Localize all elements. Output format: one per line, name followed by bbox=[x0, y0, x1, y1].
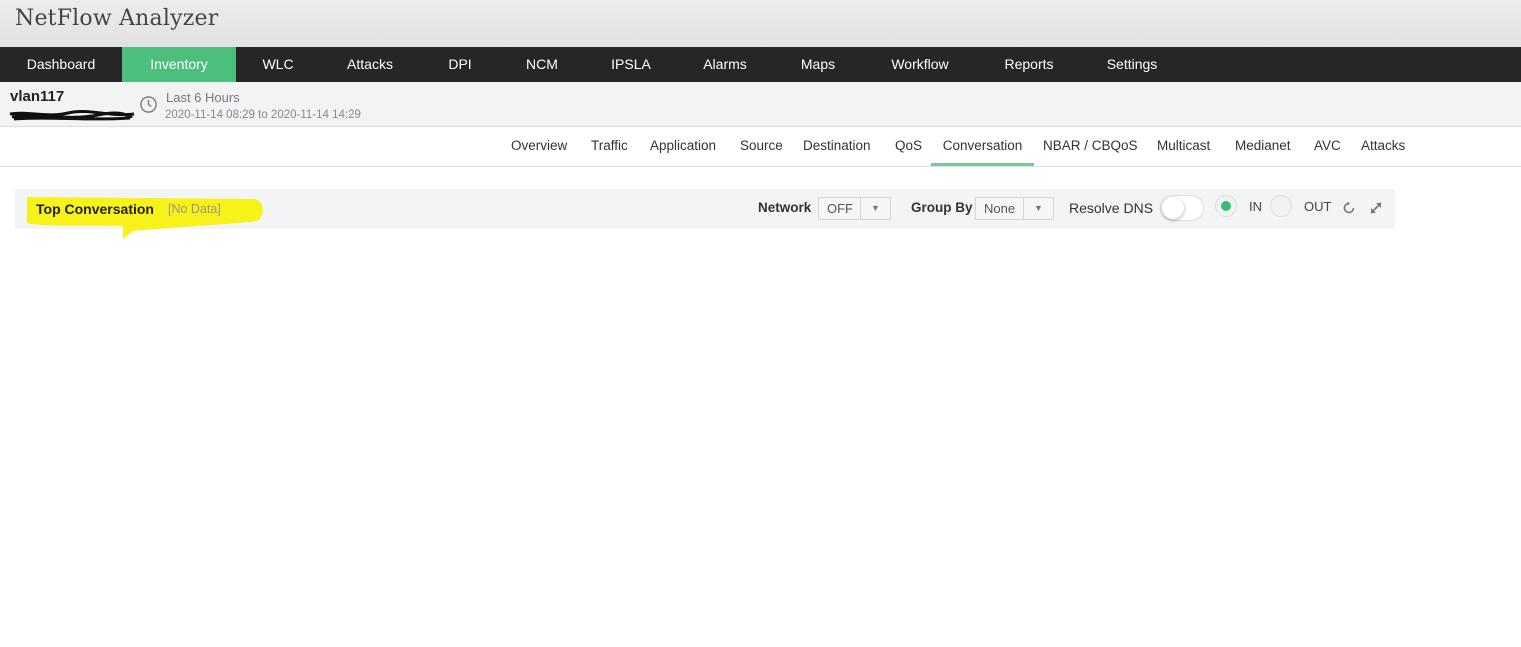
direction-out-radio[interactable] bbox=[1270, 195, 1292, 217]
group-by-select[interactable]: None ▼ bbox=[975, 197, 1054, 220]
nav-item-ncm[interactable]: NCM bbox=[500, 47, 584, 82]
nav-item-alarms[interactable]: Alarms bbox=[678, 47, 772, 82]
resolve-dns-label: Resolve DNS bbox=[1069, 200, 1154, 216]
device-bar: vlan117 Last 6 Hours 2020-11-14 08:29 to… bbox=[0, 82, 1521, 127]
network-select-value: OFF bbox=[827, 201, 853, 216]
radio-selected-dot bbox=[1221, 201, 1231, 211]
time-range-dates: 2020-11-14 08:29 to 2020-11-14 14:29 bbox=[165, 109, 361, 121]
group-by-select-value: None bbox=[984, 201, 1016, 216]
app-title: NetFlow Analyzer bbox=[15, 6, 219, 31]
network-select[interactable]: OFF ▼ bbox=[818, 197, 891, 220]
tab-destination[interactable]: Destination bbox=[803, 127, 871, 166]
direction-in-label: IN bbox=[1249, 199, 1262, 214]
tab-application[interactable]: Application bbox=[650, 127, 716, 166]
nav-item-inventory[interactable]: Inventory bbox=[122, 47, 236, 82]
tab-nbar-cbqos[interactable]: NBAR / CBQoS bbox=[1043, 127, 1138, 166]
tab-multicast[interactable]: Multicast bbox=[1157, 127, 1210, 166]
nav-item-dpi[interactable]: DPI bbox=[420, 47, 500, 82]
toggle-knob bbox=[1162, 197, 1184, 219]
tab-medianet[interactable]: Medianet bbox=[1235, 127, 1291, 166]
tab-conversation[interactable]: Conversation bbox=[931, 127, 1034, 166]
chevron-down-icon: ▼ bbox=[860, 198, 890, 219]
nav-item-workflow[interactable]: Workflow bbox=[864, 47, 976, 82]
nav-item-ipsla[interactable]: IPSLA bbox=[584, 47, 678, 82]
tab-attacks[interactable]: Attacks bbox=[1361, 127, 1405, 166]
tab-overview[interactable]: Overview bbox=[511, 127, 567, 166]
redaction-scribble bbox=[9, 109, 135, 121]
nav-item-reports[interactable]: Reports bbox=[976, 47, 1082, 82]
tab-qos[interactable]: QoS bbox=[895, 127, 922, 166]
main-nav: Dashboard Inventory WLC Attacks DPI NCM … bbox=[0, 47, 1521, 82]
tab-traffic[interactable]: Traffic bbox=[591, 127, 628, 166]
device-name: vlan117 bbox=[10, 88, 65, 105]
time-range-label[interactable]: Last 6 Hours bbox=[166, 90, 240, 105]
group-by-label: Group By bbox=[911, 200, 973, 215]
resolve-dns-toggle[interactable] bbox=[1160, 195, 1204, 221]
top-conversation-panel-header: Top Conversation [No Data] Network OFF ▼… bbox=[15, 189, 1395, 239]
sub-nav: Overview Traffic Application Source Dest… bbox=[0, 127, 1521, 167]
nav-item-dashboard[interactable]: Dashboard bbox=[0, 47, 122, 82]
direction-in-radio[interactable] bbox=[1215, 195, 1237, 217]
no-data-status: [No Data] bbox=[168, 202, 221, 216]
network-label: Network bbox=[758, 200, 812, 215]
collapse-icon[interactable] bbox=[1368, 200, 1384, 216]
refresh-icon[interactable] bbox=[1341, 200, 1357, 216]
nav-item-wlc[interactable]: WLC bbox=[236, 47, 320, 82]
tab-source[interactable]: Source bbox=[740, 127, 783, 166]
nav-item-settings[interactable]: Settings bbox=[1082, 47, 1182, 82]
app-header: NetFlow Analyzer bbox=[0, 0, 1521, 47]
direction-out-label: OUT bbox=[1304, 199, 1332, 214]
nav-item-attacks[interactable]: Attacks bbox=[320, 47, 420, 82]
tab-avc[interactable]: AVC bbox=[1314, 127, 1341, 166]
panel-title: Top Conversation bbox=[36, 201, 154, 217]
chevron-down-icon: ▼ bbox=[1023, 198, 1053, 219]
nav-item-maps[interactable]: Maps bbox=[772, 47, 864, 82]
clock-icon bbox=[140, 96, 157, 113]
